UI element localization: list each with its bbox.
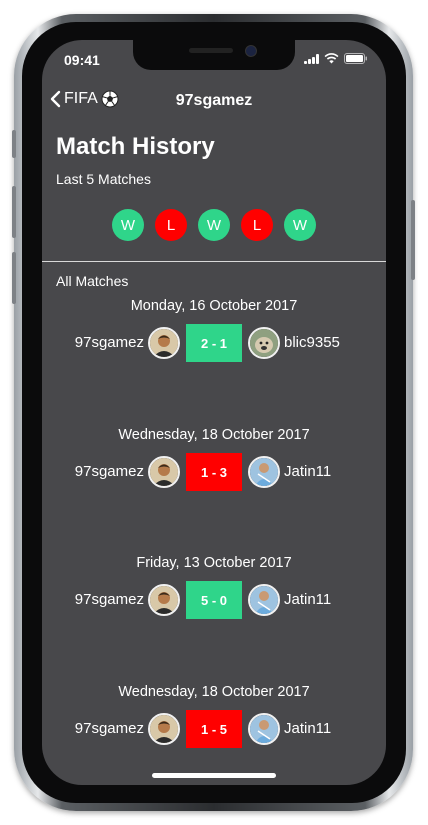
player-name: 97sgamez <box>74 463 144 480</box>
page-subtitle: Last 5 Matches <box>56 171 151 187</box>
front-camera <box>245 45 257 57</box>
match-item[interactable]: Wednesday, 18 October 2017 97sgamez 1 - … <box>42 427 386 507</box>
divider <box>42 261 386 262</box>
player-avatar <box>148 584 180 616</box>
form-chip: L <box>241 209 273 241</box>
speaker-grille <box>189 48 233 53</box>
match-item[interactable]: Friday, 13 October 2017 97sgamez 5 - 0 J… <box>42 555 386 635</box>
match-date: Monday, 16 October 2017 <box>130 298 298 314</box>
score-badge: 1 - 3 <box>186 453 242 491</box>
form-chip: W <box>112 209 144 241</box>
signal-icon <box>304 53 319 64</box>
battery-icon <box>344 53 367 64</box>
player-name: 97sgamez <box>74 334 144 351</box>
opponent-name: Jatin11 <box>284 463 332 480</box>
score-badge: 2 - 1 <box>186 324 242 362</box>
volume-up-button <box>12 186 16 238</box>
opponent-name: Jatin11 <box>284 591 332 608</box>
match-date: Wednesday, 18 October 2017 <box>118 684 310 700</box>
status-icons <box>304 53 368 64</box>
match-date: Friday, 13 October 2017 <box>136 555 292 571</box>
player-name: 97sgamez <box>74 591 144 608</box>
score-badge: 5 - 0 <box>186 581 242 619</box>
match-item[interactable]: Monday, 16 October 2017 97sgamez 2 - 1 b… <box>42 298 386 378</box>
mute-switch <box>12 130 16 158</box>
notch <box>133 40 295 70</box>
all-matches-label: All Matches <box>56 273 129 289</box>
nav-title: 97sgamez <box>175 92 253 109</box>
match-date: Wednesday, 18 October 2017 <box>118 427 310 443</box>
score-badge: 1 - 5 <box>186 710 242 748</box>
opponent-name: blic9355 <box>284 334 340 351</box>
opponent-name: Jatin11 <box>284 720 332 737</box>
opponent-avatar <box>248 327 280 359</box>
recent-form: W L W L W <box>42 209 386 241</box>
status-time: 09:41 <box>64 52 100 68</box>
opponent-avatar <box>248 584 280 616</box>
form-chip: W <box>284 209 316 241</box>
opponent-avatar <box>248 456 280 488</box>
player-avatar <box>148 456 180 488</box>
opponent-avatar <box>248 713 280 745</box>
volume-down-button <box>12 252 16 304</box>
app-screen: 09:41 FIFA 97sgamez Match History Last 5… <box>42 40 386 785</box>
form-chip: L <box>155 209 187 241</box>
wifi-icon <box>324 53 339 64</box>
page-title: Match History <box>56 133 215 160</box>
power-button <box>411 200 415 280</box>
player-name: 97sgamez <box>74 720 144 737</box>
player-avatar <box>148 327 180 359</box>
player-avatar <box>148 713 180 745</box>
form-chip: W <box>198 209 230 241</box>
home-indicator[interactable] <box>152 773 276 778</box>
match-item[interactable]: Wednesday, 18 October 2017 97sgamez 1 - … <box>42 684 386 764</box>
